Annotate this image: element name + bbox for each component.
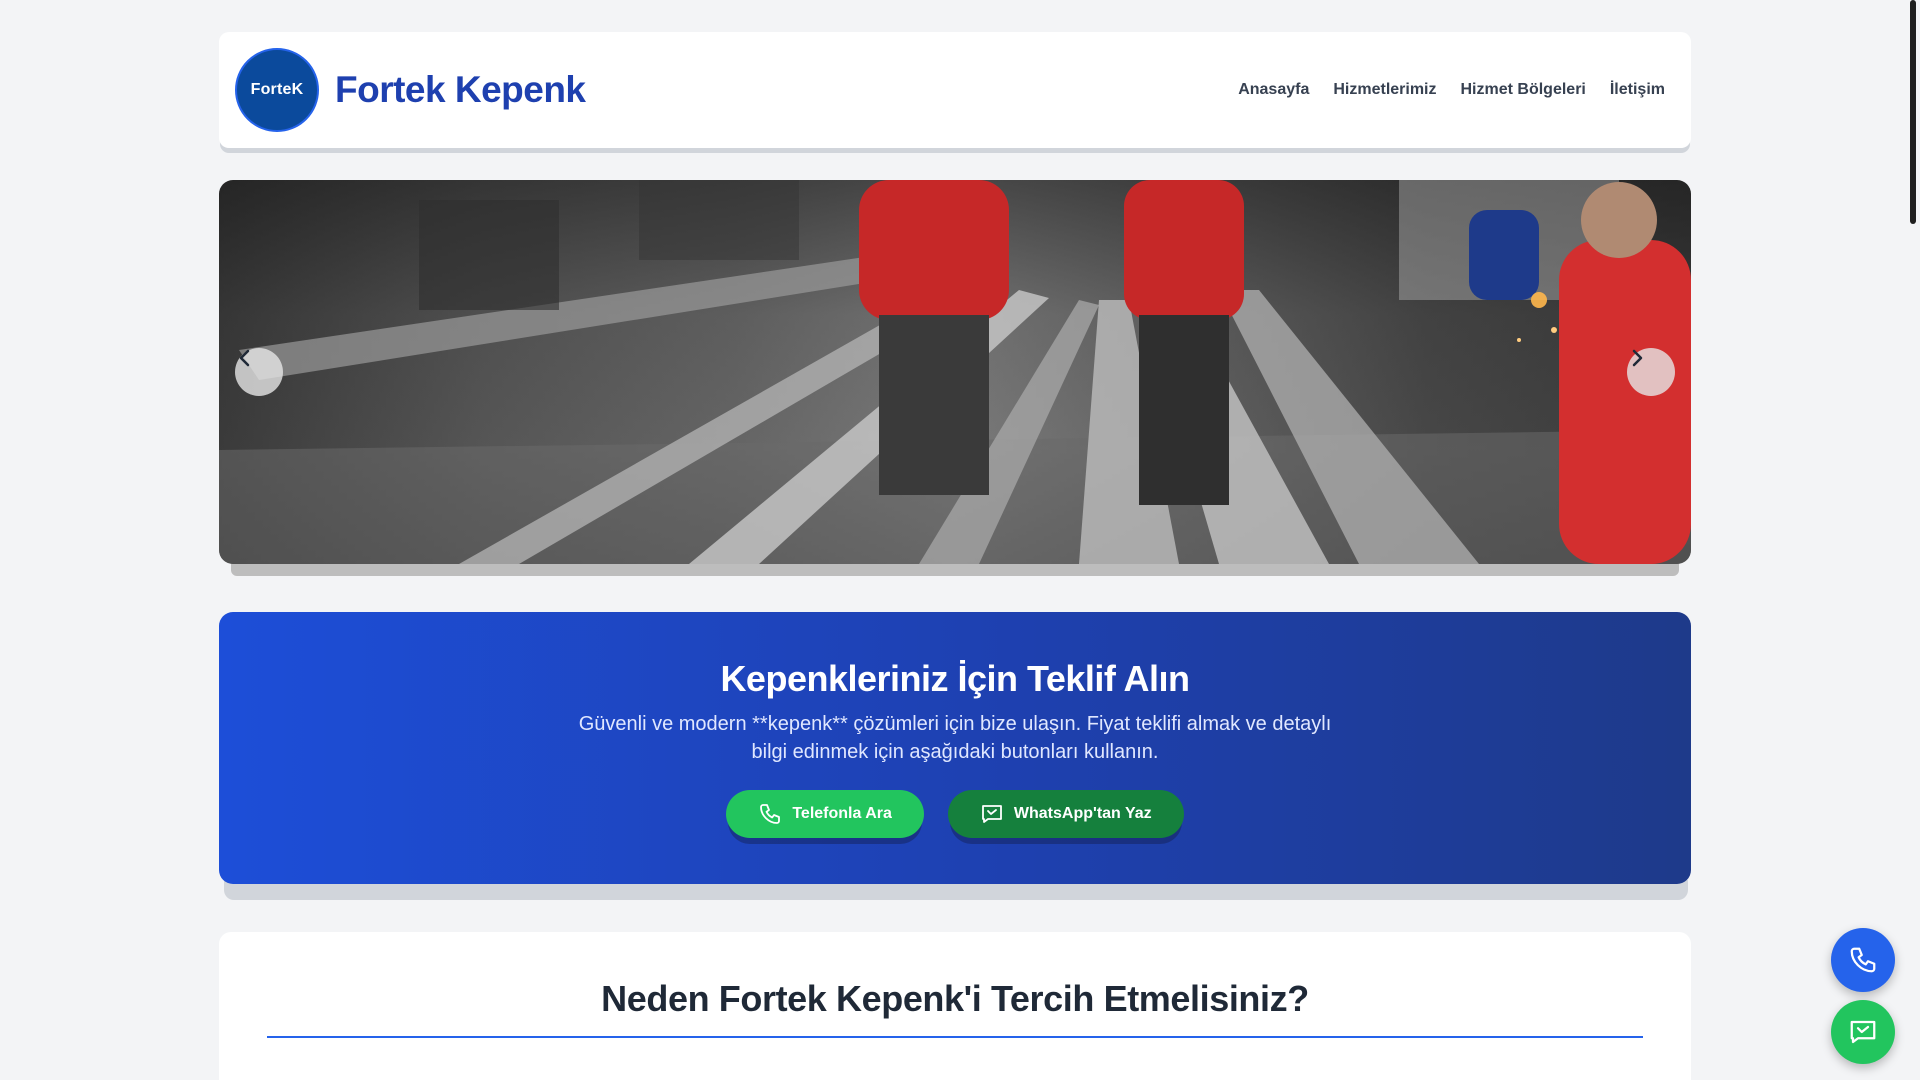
page-scrollbar[interactable] <box>1906 0 1920 1080</box>
floating-call-button[interactable] <box>1831 928 1895 992</box>
nav-item-hizmetlerimiz[interactable]: Hizmetlerimiz <box>1333 81 1436 99</box>
main-nav: Anasayfa Hizmetlerimiz Hizmet Bölgeleri … <box>1238 81 1665 99</box>
phone-icon <box>1850 947 1876 973</box>
whatsapp-button-label: WhatsApp'tan Yaz <box>1013 805 1152 822</box>
slider-prev-button[interactable] <box>235 348 283 396</box>
nav-item-iletisim[interactable]: İletişim <box>1610 81 1665 99</box>
quote-cta-section: Kepenkleriniz İçin Teklif Alın Güvenli v… <box>219 612 1691 884</box>
chevron-left-icon <box>239 349 250 367</box>
floating-whatsapp-button[interactable] <box>1831 1000 1895 1064</box>
chevron-right-icon <box>1632 349 1643 367</box>
message-icon <box>982 805 1002 823</box>
phone-icon <box>760 804 781 824</box>
cta-buttons: Telefonla Ara WhatsApp'tan Yaz <box>726 790 1184 838</box>
message-icon <box>1850 1020 1876 1044</box>
brand[interactable]: ForteK Fortek Kepenk <box>235 48 586 132</box>
site-header: ForteK Fortek Kepenk Anasayfa Hizmetleri… <box>219 32 1691 148</box>
hero-image <box>219 180 1691 564</box>
scrollbar-thumb[interactable] <box>1910 0 1916 224</box>
title-divider <box>267 1036 1643 1038</box>
whatsapp-button[interactable]: WhatsApp'tan Yaz <box>947 790 1184 838</box>
brand-name[interactable]: Fortek Kepenk <box>335 69 586 111</box>
slider-next-button[interactable] <box>1627 348 1675 396</box>
call-button-label: Telefonla Ara <box>792 805 892 822</box>
nav-item-anasayfa[interactable]: Anasayfa <box>1238 81 1309 99</box>
why-section: Neden Fortek Kepenk'i Tercih Etmelisiniz… <box>219 932 1691 1080</box>
logo-text: ForteK <box>250 81 304 98</box>
why-title: Neden Fortek Kepenk'i Tercih Etmelisiniz… <box>601 978 1309 1019</box>
nav-item-hizmet-bolgeleri[interactable]: Hizmet Bölgeleri <box>1461 81 1586 99</box>
logo[interactable]: ForteK <box>235 48 319 132</box>
hero-slider <box>219 180 1691 564</box>
call-button[interactable]: Telefonla Ara <box>726 790 924 838</box>
cta-title: Kepenkleriniz İçin Teklif Alın <box>720 658 1190 699</box>
cta-description: Güvenli ve modern **kepenk** çözümleri i… <box>578 713 1332 763</box>
